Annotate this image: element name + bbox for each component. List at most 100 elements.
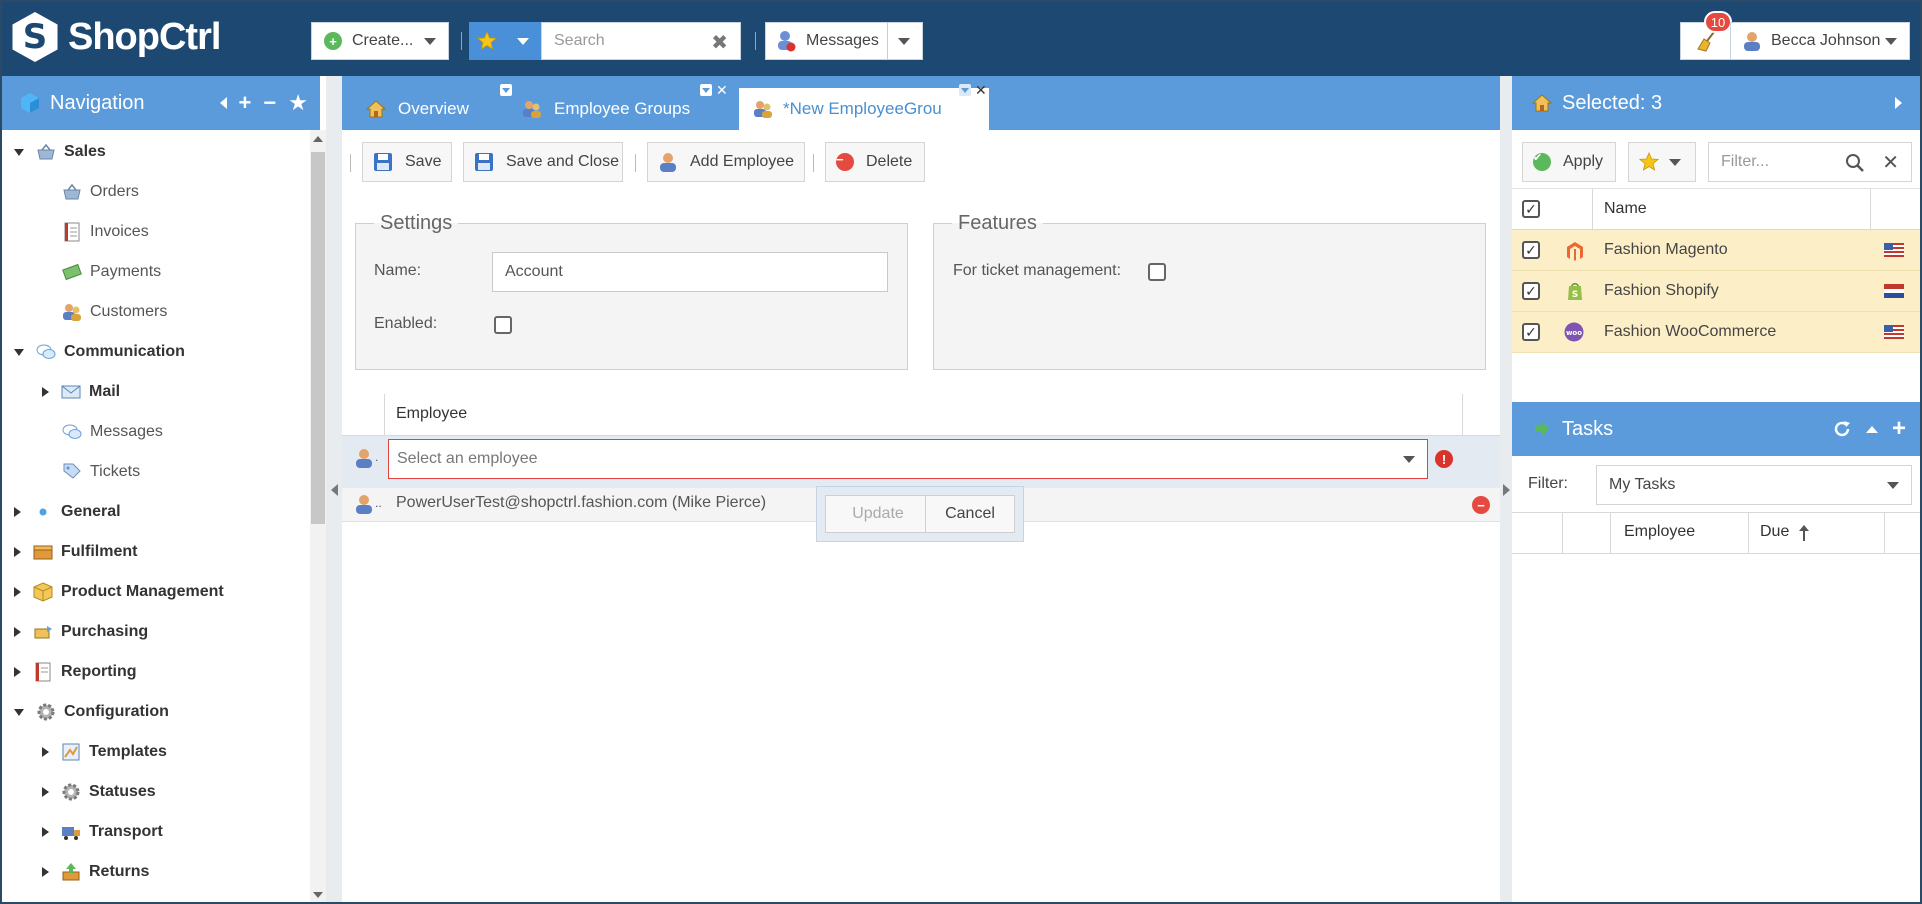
collapse-all-icon[interactable]: −	[263, 90, 276, 116]
column-employee[interactable]: Employee	[1624, 523, 1695, 541]
nav-item-general[interactable]: General	[14, 492, 121, 532]
scroll-down-icon[interactable]	[313, 892, 323, 898]
sort-ascending-icon[interactable]	[1798, 524, 1810, 542]
tasks-filter-bar: Filter: My Tasks	[1512, 456, 1922, 514]
row-checkbox[interactable]: ✓	[1522, 241, 1540, 259]
collapse-left-panel-icon[interactable]	[331, 484, 338, 496]
create-button[interactable]: + Create...	[311, 22, 449, 60]
selected-row[interactable]: ✓ S Fashion Shopify	[1512, 271, 1922, 312]
add-employee-icon	[660, 153, 676, 172]
logo[interactable]: S ShopCtrl	[10, 12, 221, 62]
nav-label: Tickets	[90, 463, 141, 480]
column-due[interactable]: Due	[1760, 523, 1789, 541]
expand-arrow-icon[interactable]	[14, 667, 21, 677]
clear-filter-icon[interactable]: ✕	[1882, 150, 1899, 175]
chevron-down-icon[interactable]	[1403, 456, 1415, 463]
column-employee[interactable]: Employee	[396, 405, 467, 423]
top-bar: S ShopCtrl + Create... Search ✖ Messages…	[0, 0, 1922, 76]
filter-input[interactable]: Filter... ✕	[1708, 142, 1912, 182]
selected-row[interactable]: ✓ woo Fashion WooCommerce	[1512, 312, 1922, 353]
favorites-filter-button[interactable]	[1628, 142, 1696, 182]
nav-item-tickets[interactable]: Tickets	[62, 452, 140, 492]
select-all-checkbox[interactable]: ✓	[1522, 200, 1540, 218]
expand-arrow-icon[interactable]	[14, 708, 24, 716]
selected-row[interactable]: ✓ Fashion Magento	[1512, 230, 1922, 271]
nav-item-orders[interactable]: Orders	[62, 172, 139, 212]
tab-menu-icon[interactable]	[700, 84, 712, 96]
star-icon[interactable]: ★	[288, 90, 308, 116]
tab-menu-icon[interactable]	[959, 84, 971, 96]
expand-arrow-icon[interactable]	[14, 348, 24, 356]
collapse-left-icon[interactable]	[219, 97, 227, 109]
save-and-close-button[interactable]: Save and Close	[463, 142, 623, 182]
nav-item-communication[interactable]: Communication	[14, 332, 185, 372]
expand-arrow-icon[interactable]	[14, 627, 21, 637]
delete-button[interactable]: − Delete	[825, 142, 925, 182]
nav-item-templates[interactable]: Templates	[42, 732, 167, 772]
close-tab-icon[interactable]: ✕	[716, 82, 728, 99]
navigation-scrollbar[interactable]	[310, 130, 326, 904]
expand-arrow-icon[interactable]	[14, 148, 24, 156]
expand-right-icon[interactable]	[1895, 97, 1902, 109]
user-menu-button[interactable]: Becca Johnson	[1730, 22, 1910, 60]
expand-arrow-icon[interactable]	[42, 867, 49, 877]
expand-arrow-icon[interactable]	[14, 507, 21, 517]
expand-arrow-icon[interactable]	[42, 787, 49, 797]
nav-item-purchasing[interactable]: Purchasing	[14, 612, 148, 652]
scrollbar-thumb[interactable]	[311, 152, 325, 524]
tasks-filter-select[interactable]: My Tasks	[1596, 465, 1912, 505]
tab-menu-icon[interactable]	[500, 84, 512, 96]
expand-arrow-icon[interactable]	[14, 547, 21, 557]
column-name[interactable]: Name	[1604, 200, 1647, 218]
tab-employee-groups[interactable]: Employee Groups ✕	[518, 82, 728, 130]
nav-item-payments[interactable]: Payments	[62, 252, 161, 292]
expand-arrow-icon[interactable]	[42, 827, 49, 837]
favorites-button[interactable]	[469, 22, 505, 60]
close-tab-icon[interactable]: ✕	[975, 82, 987, 99]
scroll-up-icon[interactable]	[313, 136, 323, 142]
nav-item-invoices[interactable]: Invoices	[62, 212, 149, 252]
clear-search-icon[interactable]: ✖	[711, 30, 728, 55]
search-input[interactable]: Search ✖	[541, 22, 741, 60]
refresh-icon[interactable]	[1832, 419, 1852, 439]
tab-overview[interactable]: Overview	[362, 84, 512, 130]
divider	[813, 154, 814, 172]
expand-arrow-icon[interactable]	[14, 587, 21, 597]
collapse-up-icon[interactable]	[1865, 425, 1878, 433]
tab-new-employee-group[interactable]: *New EmployeeGrou ✕	[739, 82, 989, 130]
save-button[interactable]: Save	[362, 142, 452, 182]
nav-item-transport[interactable]: Transport	[42, 812, 163, 852]
expand-arrow-icon[interactable]	[42, 747, 49, 757]
nav-item-fulfilment[interactable]: Fulfilment	[14, 532, 137, 572]
nav-item-returns[interactable]: Returns	[42, 852, 149, 892]
nav-item-messages[interactable]: Messages	[62, 412, 163, 452]
collapse-right-panel-icon[interactable]	[1503, 484, 1510, 496]
search-icon[interactable]	[1845, 153, 1865, 173]
nav-item-mail[interactable]: Mail	[42, 372, 120, 412]
enabled-checkbox[interactable]	[494, 316, 512, 334]
favorites-dropdown[interactable]	[505, 22, 541, 60]
name-input[interactable]: Account	[492, 252, 888, 292]
purchasing-icon	[34, 626, 52, 639]
expand-arrow-icon[interactable]	[42, 387, 49, 397]
select-placeholder: Select an employee	[397, 450, 538, 467]
nav-item-configuration[interactable]: Configuration	[14, 692, 169, 732]
ticket-management-checkbox[interactable]	[1148, 263, 1166, 281]
employee-select[interactable]: Select an employee	[388, 439, 1428, 479]
row-checkbox[interactable]: ✓	[1522, 323, 1540, 341]
nav-item-sales[interactable]: Sales	[14, 132, 106, 172]
apply-button[interactable]: ✔ Apply	[1522, 142, 1616, 182]
row-checkbox[interactable]: ✓	[1522, 282, 1540, 300]
nav-item-customers[interactable]: Customers	[62, 292, 167, 332]
remove-row-icon[interactable]: −	[1472, 496, 1490, 514]
add-employee-button[interactable]: Add Employee	[647, 142, 805, 182]
nav-item-product-management[interactable]: Product Management	[14, 572, 224, 612]
cancel-button[interactable]: Cancel	[925, 495, 1015, 533]
nav-item-reporting[interactable]: Reporting	[14, 652, 137, 692]
nav-item-statuses[interactable]: Statuses	[42, 772, 156, 812]
expand-all-icon[interactable]: +	[239, 90, 252, 116]
add-task-icon[interactable]: +	[1892, 417, 1906, 441]
update-button[interactable]: Update	[825, 495, 931, 533]
row-marker: ..	[375, 496, 382, 510]
messages-button[interactable]: Messages	[765, 22, 923, 60]
